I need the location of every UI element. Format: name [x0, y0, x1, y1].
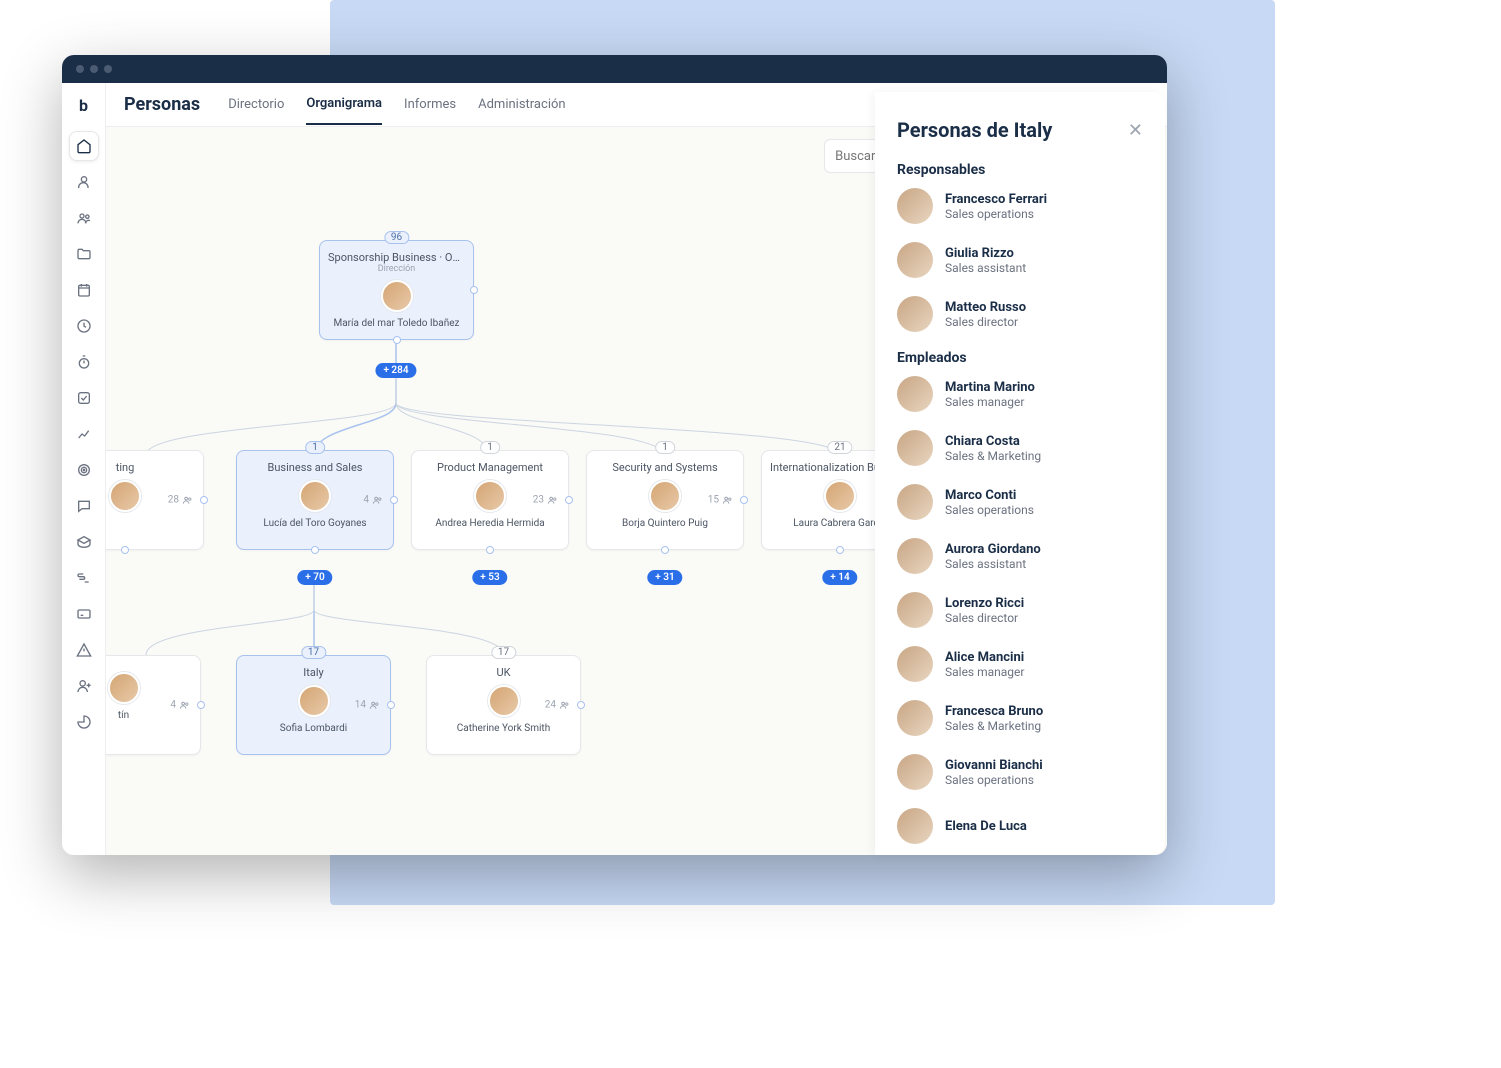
window-min-dot[interactable] — [90, 65, 98, 73]
nav-timer[interactable] — [69, 347, 99, 377]
close-icon[interactable]: ✕ — [1128, 120, 1143, 141]
expand-children-root[interactable]: + 284 — [375, 363, 416, 378]
person-row[interactable]: Aurora Giordano Sales assistant — [897, 538, 1143, 574]
person-row[interactable]: Chiara Costa Sales & Marketing — [897, 430, 1143, 466]
nav-person[interactable] — [69, 167, 99, 197]
app-sidebar: b — [62, 83, 106, 855]
avatar — [897, 538, 933, 574]
nav-target[interactable] — [69, 455, 99, 485]
avatar — [897, 242, 933, 278]
tab-directorio[interactable]: Directorio — [228, 85, 284, 124]
node-handle-bottom[interactable] — [393, 336, 401, 344]
nav-card[interactable] — [69, 599, 99, 629]
node-handle-right[interactable] — [390, 496, 398, 504]
person-row[interactable]: Giovanni Bianchi Sales operations — [897, 754, 1143, 790]
avatar — [897, 700, 933, 736]
window-close-dot[interactable] — [76, 65, 84, 73]
avatar — [109, 480, 141, 512]
avatar — [897, 376, 933, 412]
avatar — [824, 480, 856, 512]
person-row[interactable]: Elena De Luca — [897, 808, 1143, 844]
nav-learn[interactable] — [69, 527, 99, 557]
avatar — [897, 430, 933, 466]
node-handle-right[interactable] — [577, 701, 585, 709]
nav-home[interactable] — [69, 131, 99, 161]
org-node-l3-2[interactable]: 17UKCatherine York Smith24 — [426, 655, 581, 755]
avatar — [897, 188, 933, 224]
expand-children-l2-3[interactable]: + 31 — [647, 570, 682, 585]
person-row[interactable]: Lorenzo Ricci Sales director — [897, 592, 1143, 628]
org-node-l3-0[interactable]: tín4 — [106, 655, 201, 755]
window-titlebar — [62, 55, 1167, 83]
avatar — [488, 685, 520, 717]
node-handle-bottom[interactable] — [836, 546, 844, 554]
person-row[interactable]: Francesco Ferrari Sales operations — [897, 188, 1143, 224]
person-row[interactable]: Francesca Bruno Sales & Marketing — [897, 700, 1143, 736]
node-handle-right[interactable] — [740, 496, 748, 504]
page-title: Personas — [124, 94, 200, 115]
org-node-l2-1[interactable]: 1Business and SalesLucía del Toro Goyane… — [236, 450, 394, 550]
person-row[interactable]: Alice Mancini Sales manager — [897, 646, 1143, 682]
avatar — [897, 592, 933, 628]
org-node-l3-1[interactable]: 17ItalySofia Lombardi14 — [236, 655, 391, 755]
avatar — [897, 646, 933, 682]
expand-children-l2-2[interactable]: + 53 — [472, 570, 507, 585]
avatar — [897, 484, 933, 520]
nav-calendar[interactable] — [69, 275, 99, 305]
avatar — [298, 685, 330, 717]
nav-flow[interactable] — [69, 563, 99, 593]
node-handle-bottom[interactable] — [661, 546, 669, 554]
org-node-l2-2[interactable]: 1Product ManagementAndrea Heredia Hermid… — [411, 450, 569, 550]
nav-pie[interactable] — [69, 707, 99, 737]
nav-clock[interactable] — [69, 311, 99, 341]
nav-people[interactable] — [69, 203, 99, 233]
expand-children-l2-1[interactable]: + 70 — [297, 570, 332, 585]
avatar — [474, 480, 506, 512]
person-row[interactable]: Giulia Rizzo Sales assistant — [897, 242, 1143, 278]
avatar — [897, 296, 933, 332]
node-handle-bottom[interactable] — [486, 546, 494, 554]
tab-administracion[interactable]: Administración — [478, 85, 565, 124]
node-handle-right[interactable] — [200, 496, 208, 504]
nav-chat[interactable] — [69, 491, 99, 521]
tab-informes[interactable]: Informes — [404, 85, 456, 124]
org-node-root[interactable]: 96 Sponsorship Business · Operati… Direc… — [319, 240, 474, 340]
node-handle-bottom[interactable] — [121, 546, 129, 554]
nav-check[interactable] — [69, 383, 99, 413]
avatar — [897, 808, 933, 844]
nav-adduser[interactable] — [69, 671, 99, 701]
section-empleados: Empleados — [897, 350, 1143, 366]
avatar — [299, 480, 331, 512]
avatar — [897, 754, 933, 790]
node-handle-right[interactable] — [197, 701, 205, 709]
section-responsables: Responsables — [897, 162, 1143, 178]
window-max-dot[interactable] — [104, 65, 112, 73]
tab-organigrama[interactable]: Organigrama — [306, 84, 382, 125]
node-handle-bottom[interactable] — [311, 546, 319, 554]
org-node-l2-3[interactable]: 1Security and SystemsBorja Quintero Puig… — [586, 450, 744, 550]
org-node-l2-0[interactable]: ting28 — [106, 450, 204, 550]
brand-logo[interactable]: b — [70, 91, 98, 119]
person-row[interactable]: Matteo Russo Sales director — [897, 296, 1143, 332]
avatar — [108, 672, 140, 704]
person-row[interactable]: Martina Marino Sales manager — [897, 376, 1143, 412]
nav-alert[interactable] — [69, 635, 99, 665]
avatar — [381, 280, 413, 312]
panel-title: Personas de Italy — [897, 118, 1052, 142]
expand-children-l2-4[interactable]: + 14 — [822, 570, 857, 585]
node-handle-right[interactable] — [470, 286, 478, 294]
node-handle-right[interactable] — [565, 496, 573, 504]
node-handle-right[interactable] — [387, 701, 395, 709]
person-row[interactable]: Marco Conti Sales operations — [897, 484, 1143, 520]
side-panel: Personas de Italy ✕ Responsables Frances… — [875, 92, 1165, 855]
avatar — [649, 480, 681, 512]
nav-folder[interactable] — [69, 239, 99, 269]
nav-analytics[interactable] — [69, 419, 99, 449]
